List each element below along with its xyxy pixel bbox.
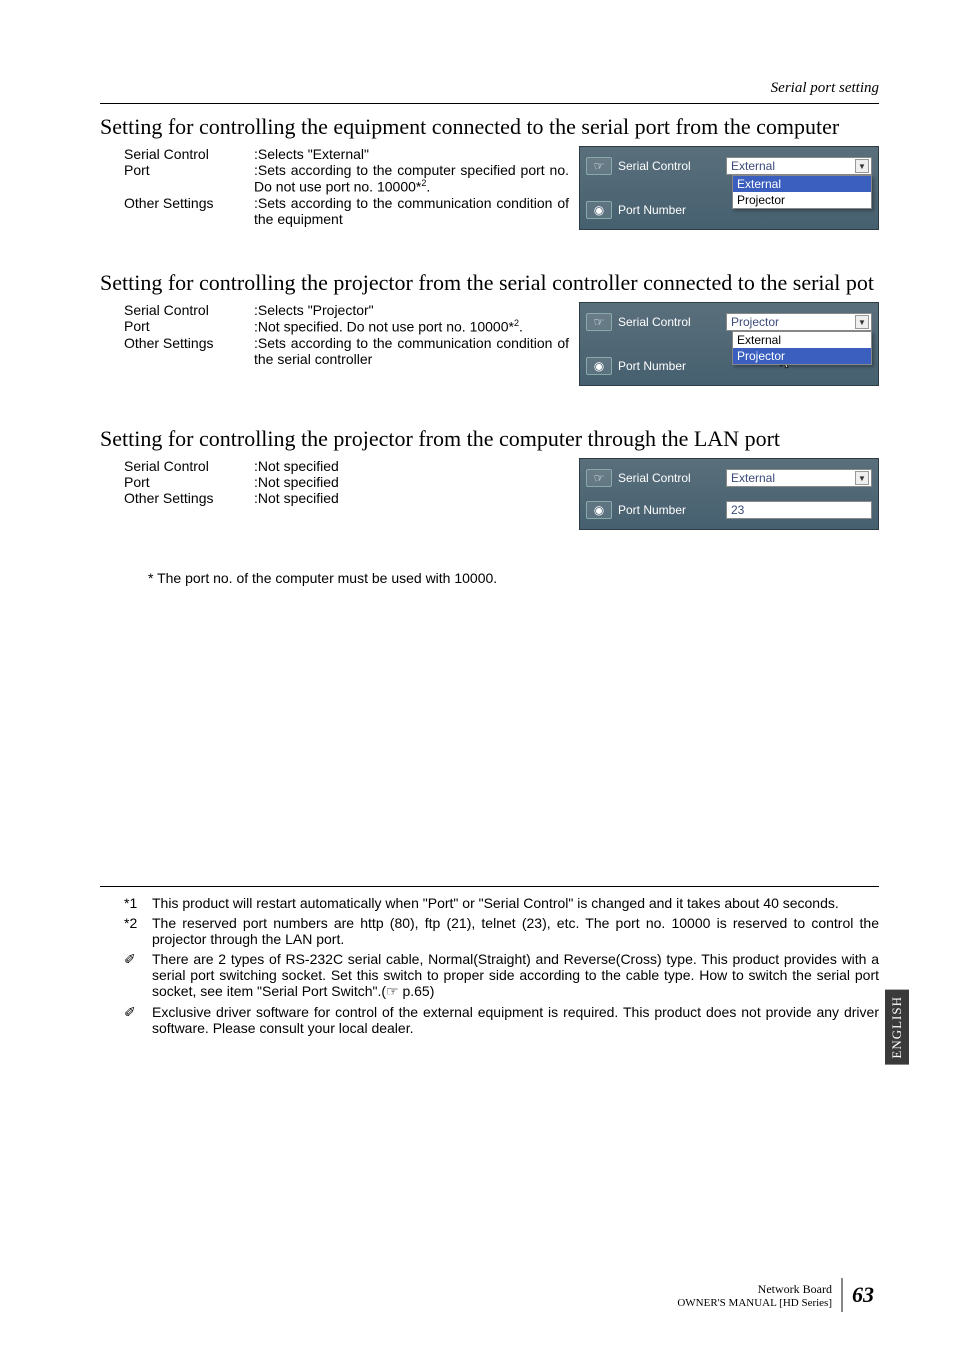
dropdown-option-projector[interactable]: Projector bbox=[733, 348, 871, 364]
section1-content: Serial Control:Selects "External" Port:S… bbox=[124, 146, 879, 230]
hand-icon: ☞ bbox=[586, 469, 612, 487]
chevron-down-icon[interactable]: ▼ bbox=[855, 315, 869, 329]
s2-row1-label: Port bbox=[124, 318, 254, 334]
s3-row2-label: Other Settings bbox=[124, 490, 254, 506]
serial-control-select[interactable]: External▼ bbox=[726, 157, 872, 175]
section2-ui-panel: ☞Serial Control Projector▼ External Proj… bbox=[579, 302, 879, 386]
fn2-marker: *2 bbox=[124, 915, 152, 947]
s3-row1-val: :Not specified bbox=[254, 474, 579, 490]
s2-row2-val: :Sets according to the communication con… bbox=[254, 335, 579, 367]
footnote-rule bbox=[100, 886, 879, 887]
s2-row0-label: Serial Control bbox=[124, 302, 254, 318]
serial-control-select[interactable]: External▼ bbox=[726, 469, 872, 487]
section2-title: Setting for controlling the projector fr… bbox=[100, 270, 879, 296]
chevron-down-icon[interactable]: ▼ bbox=[855, 159, 869, 173]
serial-control-label: ☞Serial Control bbox=[586, 157, 726, 175]
port-number-input[interactable]: 23 bbox=[726, 501, 872, 519]
s3-row0-label: Serial Control bbox=[124, 458, 254, 474]
language-tab: ENGLISH bbox=[885, 990, 909, 1065]
s2-row0-val: :Selects "Projector" bbox=[254, 302, 579, 318]
port-number-label: ◉Port Number bbox=[586, 201, 726, 219]
s1-row0-label: Serial Control bbox=[124, 146, 254, 162]
section3-title: Setting for controlling the projector fr… bbox=[100, 426, 879, 452]
page-footer: Network Board OWNER'S MANUAL [HD Series]… bbox=[677, 1278, 874, 1312]
globe-icon: ◉ bbox=[586, 357, 612, 375]
serial-control-select[interactable]: Projector▼ bbox=[726, 313, 872, 331]
s1-row2-label: Other Settings bbox=[124, 195, 254, 211]
fn4-marker: ✐ bbox=[124, 1004, 152, 1036]
footnote-single: * The port no. of the computer must be u… bbox=[148, 570, 879, 586]
port-number-label: ◉Port Number bbox=[586, 357, 726, 375]
dropdown-option-projector[interactable]: Projector bbox=[733, 192, 871, 208]
serial-control-label: ☞Serial Control bbox=[586, 469, 726, 487]
hand-icon: ☞ bbox=[586, 313, 612, 331]
fn1-text: This product will restart automatically … bbox=[152, 895, 879, 911]
dropdown-option-external[interactable]: External bbox=[733, 176, 871, 192]
dropdown-option-external[interactable]: External bbox=[733, 332, 871, 348]
globe-icon: ◉ bbox=[586, 501, 612, 519]
footer-line2: OWNER'S MANUAL [HD Series] bbox=[677, 1297, 832, 1309]
header-rule bbox=[100, 103, 879, 104]
fn2-text: The reserved port numbers are http (80),… bbox=[152, 915, 879, 947]
serial-control-label: ☞Serial Control bbox=[586, 313, 726, 331]
footer-line1: Network Board bbox=[677, 1282, 832, 1297]
s1-row1-val: :Sets according to the computer specifie… bbox=[254, 162, 579, 195]
s3-row0-val: :Not specified bbox=[254, 458, 579, 474]
fn3-text: There are 2 types of RS-232C serial cabl… bbox=[152, 951, 879, 1000]
section3-ui-panel: ☞Serial Control External▼ ◉Port Number 2… bbox=[579, 458, 879, 530]
serial-control-dropdown[interactable]: External Projector bbox=[732, 331, 872, 365]
s3-row2-val: :Not specified bbox=[254, 490, 579, 506]
header-section-name: Serial port setting bbox=[100, 80, 879, 97]
fn4-text: Exclusive driver software for control of… bbox=[152, 1004, 879, 1036]
port-number-label: ◉Port Number bbox=[586, 501, 726, 519]
hand-icon: ☞ bbox=[586, 157, 612, 175]
s3-row1-label: Port bbox=[124, 474, 254, 490]
chevron-down-icon[interactable]: ▼ bbox=[855, 471, 869, 485]
s2-row1-val: :Not specified. Do not use port no. 1000… bbox=[254, 318, 579, 335]
globe-icon: ◉ bbox=[586, 201, 612, 219]
serial-control-dropdown[interactable]: External Projector bbox=[732, 175, 872, 209]
section2-content: Serial Control:Selects "Projector" Port:… bbox=[124, 302, 879, 386]
s1-row1-label: Port bbox=[124, 162, 254, 178]
s1-row0-val: :Selects "External" bbox=[254, 146, 579, 162]
s2-row2-label: Other Settings bbox=[124, 335, 254, 351]
section1-ui-panel: ☞Serial Control External▼ External Proje… bbox=[579, 146, 879, 230]
fn3-marker: ✐ bbox=[124, 951, 152, 1000]
fn1-marker: *1 bbox=[124, 895, 152, 911]
section1-title: Setting for controlling the equipment co… bbox=[100, 114, 879, 140]
s1-row2-val: :Sets according to the communication con… bbox=[254, 195, 579, 227]
section3-content: Serial Control:Not specified Port:Not sp… bbox=[124, 458, 879, 530]
page-number: 63 bbox=[852, 1282, 874, 1308]
